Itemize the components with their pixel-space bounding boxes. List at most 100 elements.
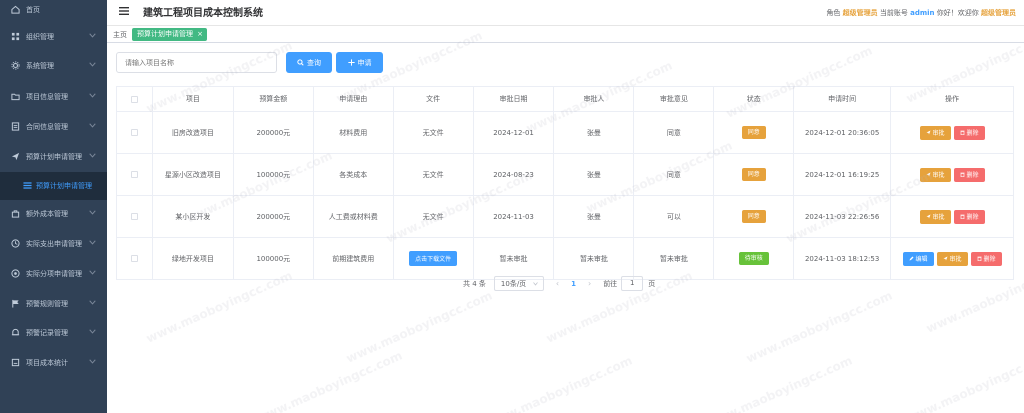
search-input[interactable] xyxy=(116,52,277,73)
send-icon xyxy=(943,256,948,261)
sidebar-item[interactable]: 系统管理 xyxy=(0,52,107,80)
sidebar-item[interactable]: 实际支出申请管理 xyxy=(0,230,107,258)
prev-page-icon[interactable]: ‹ xyxy=(556,279,559,288)
breadcrumb-home[interactable]: 主页 xyxy=(113,30,127,40)
sidebar-item[interactable]: 预警记录管理 xyxy=(0,319,107,347)
status-badge: 同意 xyxy=(741,126,766,139)
document-icon xyxy=(11,122,20,131)
username[interactable]: 超级管理员 xyxy=(981,9,1016,17)
delete-button[interactable]: 删除 xyxy=(953,209,985,224)
app-title: 建筑工程项目成本控制系统 xyxy=(143,8,263,19)
cell-project: 星源小区改造项目 xyxy=(153,154,234,195)
query-button[interactable]: 查询 xyxy=(286,52,332,73)
checkbox-cell[interactable] xyxy=(117,154,153,195)
page-number[interactable]: 1 xyxy=(571,280,576,288)
pagination-total: 共 4 条 xyxy=(463,279,486,288)
row-checkbox[interactable] xyxy=(130,213,138,220)
sidebar-item[interactable]: 首页 xyxy=(0,0,107,24)
sidebar-item[interactable]: 预算计划申请管理 xyxy=(0,172,107,200)
column-header-label: 状态 xyxy=(746,95,761,103)
top-header: 建筑工程项目成本控制系统 角色 超级管理员 当前账号 admin 你好！欢迎你 … xyxy=(107,0,1024,25)
cell-project: 旧房改造项目 xyxy=(153,112,234,153)
checkbox-cell[interactable] xyxy=(117,238,153,279)
sidebar-item[interactable]: 合同信息管理 xyxy=(0,113,107,141)
sidebar-item-label: 组织管理 xyxy=(26,33,54,41)
select-all-checkbox[interactable] xyxy=(130,95,138,103)
account-prefix: 当前账号 xyxy=(879,9,908,17)
approve-label: 审批 xyxy=(932,214,945,221)
checkbox-cell[interactable] xyxy=(117,196,153,237)
cell-date: 2024-08-23 xyxy=(474,154,555,195)
cell-amount: 100000元 xyxy=(234,154,314,195)
approve-button[interactable]: 审批 xyxy=(919,125,951,140)
chevron-down-icon xyxy=(89,93,96,98)
cell-text: 2024-12-01 20:36:05 xyxy=(804,128,880,137)
approve-button[interactable]: 审批 xyxy=(919,167,951,182)
role-prefix: 角色 xyxy=(826,9,841,17)
column-header: 审批日期 xyxy=(474,87,555,111)
download-file-button[interactable]: 点击下载文件 xyxy=(409,251,458,266)
cell-date: 2024-12-01 xyxy=(474,112,555,153)
cell-text: 张曼 xyxy=(586,212,601,221)
sidebar-item-label: 首页 xyxy=(26,6,40,14)
send-icon xyxy=(926,214,930,219)
cell-file: 点击下载文件 xyxy=(394,238,474,279)
cell-file: 无文件 xyxy=(394,196,474,237)
sidebar-item[interactable]: 项目成本统计 xyxy=(0,349,107,377)
sidebar-item[interactable]: 预算计划申请管理 xyxy=(0,143,107,171)
approve-button[interactable]: 审批 xyxy=(936,251,968,266)
cell-opinion: 同意 xyxy=(634,154,715,195)
tag-active[interactable]: 预算计划申请管理 × xyxy=(132,28,207,41)
select-all-cell[interactable] xyxy=(117,87,153,111)
sidebar-item[interactable]: 额外成本管理 xyxy=(0,200,107,228)
status-badge: 同意 xyxy=(741,210,766,223)
grid-icon xyxy=(11,32,20,41)
actions-cell: 审批 删除 xyxy=(891,196,1014,237)
goto-input[interactable]: 1 xyxy=(621,276,644,291)
row-checkbox[interactable] xyxy=(130,255,138,262)
chevron-down-icon xyxy=(533,282,538,286)
apply-button[interactable]: 申请 xyxy=(336,52,383,73)
page-size-select[interactable]: 10条/页 xyxy=(493,276,544,291)
tags-view: 主页 预算计划申请管理 × xyxy=(107,25,1024,43)
cell-text: 2024-12-01 16:19:25 xyxy=(804,170,880,179)
chevron-down-icon xyxy=(89,359,96,364)
sidebar-item-label: 额外成本管理 xyxy=(26,210,68,218)
cell-text: 200000元 xyxy=(256,212,291,221)
sidebar-item[interactable]: 预警规则管理 xyxy=(0,290,107,318)
edit-button[interactable]: 编辑 xyxy=(902,251,934,266)
sidebar-item[interactable]: 项目信息管理 xyxy=(0,83,107,111)
sidebar-item[interactable]: 实际分项申请管理 xyxy=(0,260,107,288)
delete-button[interactable]: 删除 xyxy=(953,125,985,140)
account-value: admin xyxy=(910,9,935,17)
cell-text: 同意 xyxy=(666,128,681,137)
row-checkbox[interactable] xyxy=(130,171,138,178)
cell-text: 2024-08-23 xyxy=(493,170,534,179)
sidebar-item[interactable]: 组织管理 xyxy=(0,23,107,51)
column-header: 审批意见 xyxy=(634,87,715,111)
delete-button[interactable]: 删除 xyxy=(953,167,985,182)
next-page-icon[interactable]: › xyxy=(588,279,591,288)
hamburger-icon[interactable] xyxy=(119,6,129,16)
column-header-label: 申请理由 xyxy=(339,95,368,103)
checkbox-cell[interactable] xyxy=(117,112,153,153)
row-checkbox[interactable] xyxy=(130,129,138,136)
flag-icon xyxy=(12,299,19,308)
gear-icon xyxy=(11,61,20,70)
user-info: 角色 超级管理员 当前账号 admin 你好！欢迎你 超级管理员 xyxy=(826,8,1016,18)
delete-button[interactable]: 删除 xyxy=(970,251,1002,266)
chevron-down-icon xyxy=(89,33,96,38)
column-header: 操作 xyxy=(891,87,1014,111)
cell-text: 暂未审批 xyxy=(499,254,528,263)
sidebar-item-label: 项目信息管理 xyxy=(26,93,68,101)
tag-close-icon[interactable]: × xyxy=(197,28,203,41)
cell-amount: 200000元 xyxy=(234,112,314,153)
approve-button[interactable]: 审批 xyxy=(919,209,951,224)
status-badge: 待审核 xyxy=(738,252,769,265)
cell-text: 星源小区改造项目 xyxy=(164,170,221,179)
main-content: 查询 申请 项目 预算金额 申请理由 文件 审批日期 审批人 审批意见 状态 申请时间 操作旧房改… xyxy=(107,43,1024,413)
column-header-label: 项目 xyxy=(185,95,200,103)
sidebar-item-label: 合同信息管理 xyxy=(26,123,68,131)
actions-cell: 编辑 审批 删除 xyxy=(891,238,1014,279)
column-header-label: 审批人 xyxy=(583,95,605,103)
